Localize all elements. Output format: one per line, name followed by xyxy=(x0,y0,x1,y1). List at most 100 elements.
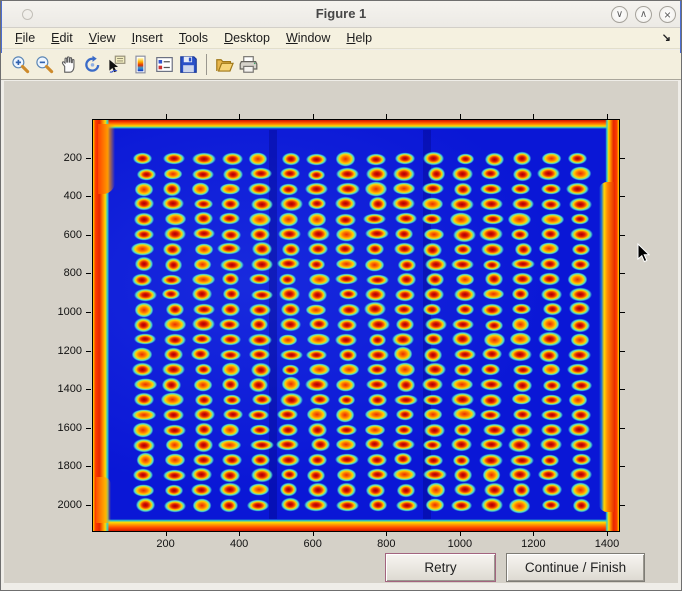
heatmap-spot xyxy=(248,303,272,317)
heatmap-spot xyxy=(336,318,359,332)
y-tick-label: 1800 xyxy=(40,460,82,472)
heatmap-spot xyxy=(507,347,533,362)
heatmap-spot xyxy=(304,182,329,196)
heatmap-spot xyxy=(222,394,242,407)
zoom-out-icon[interactable] xyxy=(34,53,57,76)
heatmap-spot xyxy=(194,393,213,406)
plate-edge-bottom xyxy=(93,519,619,531)
y-tick xyxy=(86,466,91,467)
heatmap-spot xyxy=(424,257,449,272)
heatmap-spot xyxy=(394,362,416,377)
plate-bottomleft-step xyxy=(96,477,111,523)
dock-figure-icon[interactable]: ↘ xyxy=(662,31,671,44)
heatmap-spot xyxy=(512,151,532,166)
heatmap-spot xyxy=(162,469,187,483)
heatmap-spot xyxy=(537,331,563,347)
heatmap-spot xyxy=(570,482,592,498)
heatmap-spot xyxy=(248,483,270,495)
colorbar-icon[interactable] xyxy=(130,53,153,76)
menu-window[interactable]: Window xyxy=(286,31,330,45)
heatmap-spot xyxy=(364,227,390,240)
shade-button[interactable]: ∨ xyxy=(611,6,628,23)
heatmap-spot xyxy=(132,468,153,482)
rotate-3d-icon[interactable] xyxy=(82,53,105,76)
heatmap-spot xyxy=(279,392,304,408)
menu-desktop[interactable]: Desktop xyxy=(224,31,270,45)
heatmap-spot xyxy=(569,318,591,333)
x-tick xyxy=(386,531,387,536)
heatmap-spot xyxy=(132,422,155,437)
heatmap-spot xyxy=(194,422,214,438)
heatmap-spot xyxy=(307,212,327,227)
heatmap-spot xyxy=(307,287,328,303)
y-tick-label: 200 xyxy=(40,152,82,164)
heatmap-spot xyxy=(134,182,154,197)
heatmap-spot xyxy=(160,392,185,407)
heatmap-spot xyxy=(307,482,329,498)
heatmap-spot xyxy=(450,378,474,391)
y-tick xyxy=(86,351,91,352)
heatmap-spot xyxy=(569,467,593,482)
continue-finish-button[interactable]: Continue / Finish xyxy=(506,553,645,582)
heatmap-spot xyxy=(567,272,588,287)
y-tick xyxy=(86,273,91,274)
menu-edit[interactable]: Edit xyxy=(51,31,73,45)
y-tick-right xyxy=(620,196,625,197)
heatmap-spot xyxy=(248,348,271,362)
y-tick-label: 600 xyxy=(40,229,82,241)
insert-legend-icon[interactable] xyxy=(154,53,177,76)
figure-toolbar xyxy=(1,50,681,80)
heatmap-spot xyxy=(540,287,562,302)
heatmap-spot xyxy=(509,332,532,346)
heatmap-spot xyxy=(161,362,186,377)
heatmap-spot xyxy=(541,499,561,511)
heatmap-spot xyxy=(251,241,272,257)
heatmap-spot xyxy=(162,242,183,257)
heatmap-spot xyxy=(571,243,590,256)
heatmap-spot xyxy=(133,392,155,407)
heatmap-spot xyxy=(482,423,507,437)
retry-button[interactable]: Retry xyxy=(385,553,496,582)
heatmap-spot xyxy=(248,273,271,285)
heatmap-spot xyxy=(219,258,245,272)
menu-tools[interactable]: Tools xyxy=(179,31,208,45)
print-icon[interactable] xyxy=(238,53,261,76)
maximize-button[interactable]: ∧ xyxy=(635,6,652,23)
heatmap-spot xyxy=(451,331,474,347)
data-cursor-icon[interactable] xyxy=(106,53,129,76)
y-tick xyxy=(86,235,91,236)
open-icon[interactable] xyxy=(214,53,237,76)
heatmap-spot xyxy=(393,303,415,315)
close-button[interactable]: × xyxy=(659,6,676,23)
menu-file[interactable]: File xyxy=(15,31,35,45)
heatmap-spot xyxy=(193,258,212,271)
zoom-in-icon[interactable] xyxy=(10,53,33,76)
heatmap-spot xyxy=(392,468,417,481)
heatmap-spot xyxy=(426,482,446,498)
heatmap-spot xyxy=(191,182,210,197)
heatmap-spot xyxy=(368,333,387,347)
heatmap-spot xyxy=(306,468,326,482)
y-tick-right xyxy=(620,428,625,429)
titlebar[interactable]: Figure 1 ∨ ∧ × xyxy=(1,1,681,28)
heatmap-spot xyxy=(133,212,155,227)
heatmap-spot xyxy=(163,317,186,332)
heatmap-spot xyxy=(422,151,445,167)
heatmap-spot xyxy=(163,347,184,362)
heatmap-spot xyxy=(162,424,187,437)
heatmap-spot xyxy=(246,499,270,511)
pan-icon[interactable] xyxy=(58,53,81,76)
heatmap-spot xyxy=(482,259,502,271)
heatmap-spot xyxy=(368,196,388,212)
menu-help[interactable]: Help xyxy=(346,31,372,45)
heatmap-spot xyxy=(511,197,535,212)
save-icon[interactable] xyxy=(178,53,201,76)
heatmap-spot xyxy=(279,349,304,362)
heatmap-spot xyxy=(132,438,156,453)
menu-view[interactable]: View xyxy=(89,31,116,45)
menu-insert[interactable]: Insert xyxy=(132,31,163,45)
heatmap-spot xyxy=(338,348,359,362)
heatmap-spot xyxy=(335,424,358,436)
heatmap-spot xyxy=(248,377,269,393)
heatmap-spot xyxy=(365,166,389,182)
